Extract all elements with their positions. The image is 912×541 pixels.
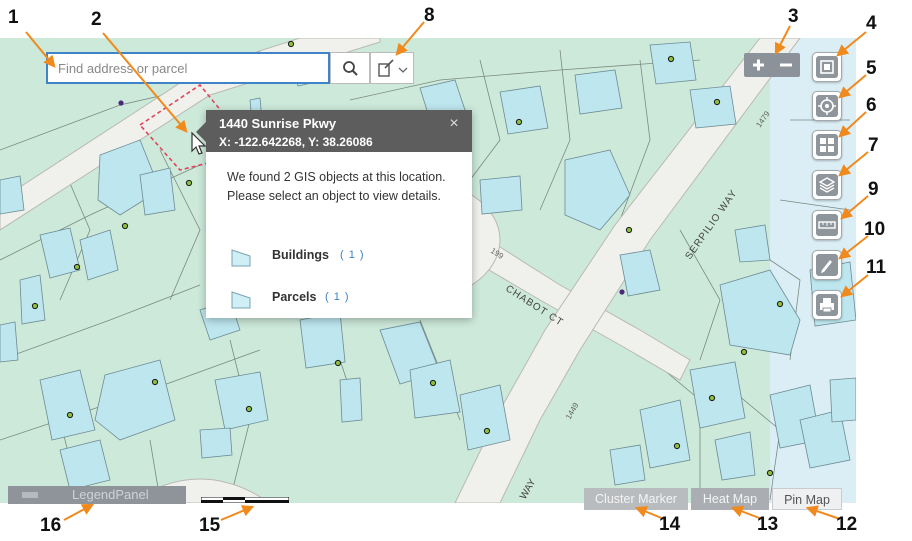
callout-number: 13 bbox=[757, 514, 779, 535]
callout-number: 12 bbox=[836, 514, 858, 535]
callout-number: 8 bbox=[424, 5, 435, 26]
callout-number: 11 bbox=[866, 257, 887, 278]
callout-number: 6 bbox=[866, 95, 877, 116]
callout-number: 5 bbox=[866, 58, 877, 79]
callout-number: 9 bbox=[868, 179, 879, 200]
callout-number: 15 bbox=[199, 515, 221, 536]
callout-number: 16 bbox=[40, 515, 62, 536]
callout-number: 14 bbox=[659, 514, 681, 535]
callout-number: 7 bbox=[868, 135, 879, 156]
annotation-arrows bbox=[25, 21, 869, 521]
callout-number: 3 bbox=[788, 6, 799, 27]
callout-number: 10 bbox=[864, 219, 886, 240]
callout-number: 2 bbox=[91, 9, 102, 30]
callout-number: 4 bbox=[866, 13, 877, 34]
callout-number: 1 bbox=[8, 7, 19, 28]
